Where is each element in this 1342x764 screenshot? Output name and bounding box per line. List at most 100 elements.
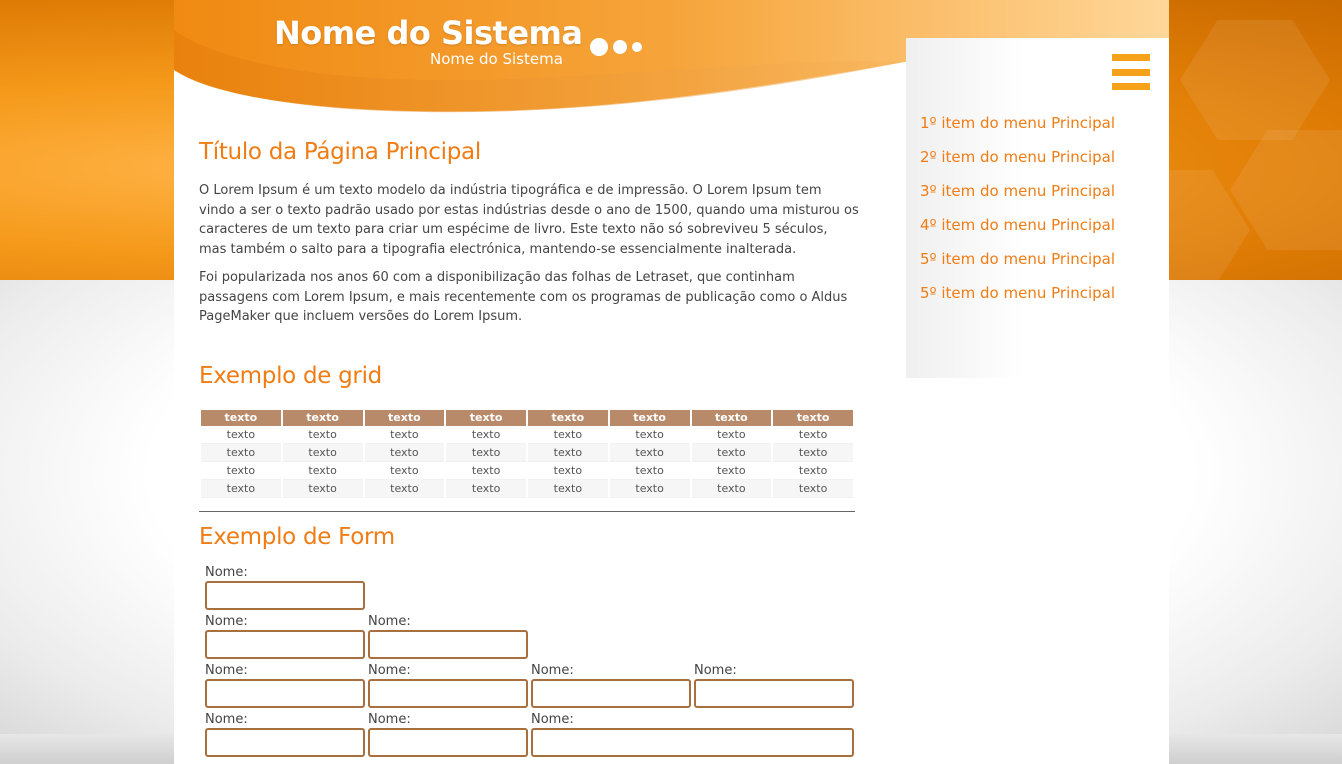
form-field: Nome: [694,662,854,708]
name-input[interactable] [531,678,691,708]
field-label: Nome: [368,662,411,678]
sidebar-menu: 1º item do menu Principal 2º item do men… [906,38,1169,378]
field-label: Nome: [531,662,574,678]
system-subtitle: Nome do Sistema [430,50,563,68]
form-row-2: Nome: Nome: [205,613,859,659]
logo-dots-icon [590,38,642,56]
name-input[interactable] [205,580,365,610]
grid-cell: texto [773,443,853,462]
grid-cell: texto [446,462,526,480]
field-label: Nome: [694,662,737,678]
page-container: Nome do Sistema Nome do Sistema 1º item … [174,0,1169,764]
grid-cell: texto [691,479,772,498]
grid-cell: texto [364,443,445,462]
menu-item-1[interactable]: 1º item do menu Principal [920,108,1115,142]
grid-cell: texto [282,443,363,462]
form-field: Nome: [368,613,528,659]
grid-cell: texto [773,462,853,480]
grid-header-cell[interactable]: texto [609,409,690,426]
grid-cell: texto [364,426,445,444]
name-input[interactable] [694,678,854,708]
grid-header-cell[interactable]: texto [528,409,608,426]
form-field: Nome: [205,564,365,610]
grid-cell: texto [282,479,363,498]
grid-header-cell[interactable]: texto [773,409,853,426]
form-field: Nome: [205,613,365,659]
menu-item-3[interactable]: 3º item do menu Principal [920,176,1115,210]
section-divider [199,510,855,512]
grid-cell: texto [201,479,281,498]
form-row-4: Nome: Nome: Nome: [205,711,859,757]
field-label: Nome: [205,613,248,629]
grid-cell: texto [282,462,363,480]
grid-header-cell[interactable]: texto [446,409,526,426]
grid-cell: texto [364,462,445,480]
field-label: Nome: [531,711,574,727]
grid-cell: texto [446,426,526,444]
form-field: Nome: [368,711,528,757]
grid-cell: texto [528,462,608,480]
grid-cell: texto [691,443,772,462]
name-input[interactable] [368,678,528,708]
table-row[interactable]: texto texto texto texto texto texto text… [201,443,853,462]
grid-header-cell[interactable]: texto [282,409,363,426]
grid-cell: texto [446,479,526,498]
grid-cell: texto [609,479,690,498]
form-field: Nome: [368,662,528,708]
name-input[interactable] [531,727,854,757]
grid-header-cell[interactable]: texto [364,409,445,426]
grid-cell: texto [609,426,690,444]
table-row[interactable]: texto texto texto texto texto texto text… [201,426,853,444]
paragraph-1: O Lorem Ipsum é um texto modelo da indús… [199,183,859,257]
grid-cell: texto [446,443,526,462]
main-content: Título da Página Principal O Lorem Ipsum… [199,135,859,760]
grid-cell: texto [691,462,772,480]
menu-item-6[interactable]: 5º item do menu Principal [920,278,1115,312]
system-title: Nome do Sistema [274,14,583,52]
grid-header-cell[interactable]: texto [201,409,281,426]
grid-cell: texto [201,426,281,444]
main-menu: 1º item do menu Principal 2º item do men… [920,108,1115,312]
grid-cell: texto [609,443,690,462]
form-field-wide: Nome: [531,711,854,757]
menu-item-2[interactable]: 2º item do menu Principal [920,142,1115,176]
name-input[interactable] [205,727,365,757]
data-grid: texto texto texto texto texto texto text… [199,409,855,498]
field-label: Nome: [205,711,248,727]
name-input[interactable] [368,629,528,659]
grid-cell: texto [201,462,281,480]
grid-cell: texto [691,426,772,444]
grid-cell: texto [528,479,608,498]
grid-cell: texto [773,426,853,444]
hamburger-menu-icon[interactable] [1112,54,1150,90]
example-form: Nome: Nome: Nome: Nome: Nome: Nome: Nome… [205,564,859,757]
grid-cell: texto [201,443,281,462]
menu-item-5[interactable]: 5º item do menu Principal [920,244,1115,278]
grid-cell: texto [609,462,690,480]
page-title: Título da Página Principal [199,139,481,165]
name-input[interactable] [368,727,528,757]
form-section-title: Exemplo de Form [199,523,395,550]
name-input[interactable] [205,678,365,708]
table-row[interactable]: texto texto texto texto texto texto text… [201,479,853,498]
table-row[interactable]: texto texto texto texto texto texto text… [201,462,853,480]
form-field: Nome: [205,711,365,757]
field-label: Nome: [205,662,248,678]
form-row-3: Nome: Nome: Nome: Nome: [205,662,859,708]
grid-header-cell[interactable]: texto [691,409,772,426]
form-field: Nome: [205,662,365,708]
grid-cell: texto [773,479,853,498]
name-input[interactable] [205,629,365,659]
grid-section-title: Exemplo de grid [199,362,382,389]
grid-cell: texto [364,479,445,498]
grid-cell: texto [528,426,608,444]
form-row-1: Nome: [205,564,859,610]
field-label: Nome: [368,711,411,727]
paragraph-2: Foi popularizada nos anos 60 com a dispo… [199,270,848,324]
grid-cell: texto [528,443,608,462]
grid-cell: texto [282,426,363,444]
menu-item-4[interactable]: 4º item do menu Principal [920,210,1115,244]
field-label: Nome: [368,613,411,629]
form-field: Nome: [531,662,691,708]
grid-header-row: texto texto texto texto texto texto text… [201,409,853,426]
